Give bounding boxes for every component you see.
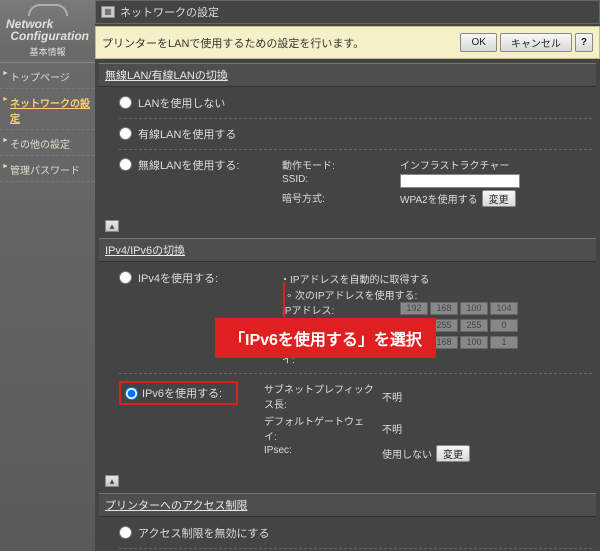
mode-label: 動作モード: bbox=[282, 157, 392, 172]
ok-button[interactable]: OK bbox=[460, 33, 496, 52]
ipv4-use-next: 次のIPアドレスを使用する: bbox=[286, 287, 518, 302]
gw-4: 1 bbox=[490, 336, 518, 349]
ip-section-body: IPv4を使用する: IPアドレスを自動的に取得する 次のIPアドレスを使用する… bbox=[99, 262, 596, 472]
title-bar: ▦ ネットワークの設定 bbox=[95, 0, 600, 24]
callout-text: 「IPv6を使用する」を選択 bbox=[229, 332, 422, 349]
ipsec-value: 使用しない bbox=[382, 446, 432, 461]
ipaddr-label: IPアドレス: bbox=[282, 302, 392, 317]
ssid-label: SSID: bbox=[282, 174, 392, 188]
label-lan-wireless: 無線LANを使用する: bbox=[138, 157, 268, 173]
v6-prefix-label: サブネットプレフィックス長: bbox=[264, 381, 374, 411]
v6-gateway-val: 不明 bbox=[382, 413, 470, 443]
ipv4-auto-get: IPアドレスを自動的に取得する bbox=[280, 270, 518, 287]
v6-gateway-label: デフォルトゲートウェイ: bbox=[264, 413, 374, 443]
ipaddr-2: 168 bbox=[430, 302, 458, 315]
info-text: プリンターをLANで使用するための設定を行います。 bbox=[102, 35, 364, 51]
radio-lan-wired[interactable] bbox=[119, 127, 132, 140]
ip-section-header: IPv4/IPv6の切換 bbox=[99, 238, 596, 262]
ip-collapse-toggle[interactable]: ▴ bbox=[105, 475, 119, 487]
nav-admin-password[interactable]: 管理パスワード bbox=[0, 156, 95, 182]
mode-value: インフラストラクチャー bbox=[400, 157, 520, 172]
ipaddr-1: 192 bbox=[400, 302, 428, 315]
ipv6-highlight-box: IPv6を使用する: bbox=[119, 381, 238, 405]
radio-lan-wireless[interactable] bbox=[119, 158, 132, 171]
nav-other-settings[interactable]: その他の設定 bbox=[0, 130, 95, 156]
access-section-body: アクセス制限を無効にする アクセス制限を有効にする 登録したIPアドレスのアクセ… bbox=[99, 517, 596, 551]
label-ipv6: IPv6を使用する: bbox=[142, 385, 232, 401]
app-logo: Network Configuration 基本情報 bbox=[0, 0, 95, 63]
enc-label: 暗号方式: bbox=[282, 190, 392, 207]
page-title: ネットワークの設定 bbox=[120, 4, 219, 20]
sidebar: Network Configuration 基本情報 トップページ ネットワーク… bbox=[0, 0, 95, 551]
radio-access-disable[interactable] bbox=[119, 526, 132, 539]
info-bar: プリンターをLANで使用するための設定を行います。 OK キャンセル ? bbox=[95, 26, 600, 59]
radio-ipv4[interactable] bbox=[119, 271, 132, 284]
label-ipv4: IPv4を使用する: bbox=[138, 270, 268, 286]
enc-value: WPA2を使用する bbox=[400, 191, 478, 206]
ipaddr-4: 104 bbox=[490, 302, 518, 315]
nav-network-settings[interactable]: ネットワークの設定 bbox=[0, 89, 95, 130]
ipaddr-3: 100 bbox=[460, 302, 488, 315]
enc-change-button[interactable]: 変更 bbox=[482, 190, 516, 207]
label-access-disable: アクセス制限を無効にする bbox=[138, 525, 270, 541]
subnet-4: 0 bbox=[490, 319, 518, 332]
radio-lan-none[interactable] bbox=[119, 96, 132, 109]
subnet-3: 255 bbox=[460, 319, 488, 332]
ssid-input[interactable] bbox=[400, 174, 520, 188]
label-lan-none: LANを使用しない bbox=[138, 95, 268, 111]
lan-section-header: 無線LAN/有線LANの切換 bbox=[99, 63, 596, 87]
logo-arc-icon bbox=[28, 4, 68, 16]
ipsec-change-button[interactable]: 変更 bbox=[436, 445, 470, 462]
access-section-header: プリンターへのアクセス制限 bbox=[99, 493, 596, 517]
callout-box: 「IPv6を使用する」を選択 bbox=[215, 318, 436, 358]
v6-prefix-val: 不明 bbox=[382, 381, 470, 411]
lan-collapse-toggle[interactable]: ▴ bbox=[105, 220, 119, 232]
radio-ipv6[interactable] bbox=[125, 387, 138, 400]
content-area: 無線LAN/有線LANの切換 LANを使用しない 有線LANを使用する 無線LA… bbox=[95, 63, 600, 551]
main-panel: ▦ ネットワークの設定 プリンターをLANで使用するための設定を行います。 OK… bbox=[95, 0, 600, 551]
help-button[interactable]: ? bbox=[575, 33, 593, 52]
logo-line2: Configuration bbox=[6, 30, 89, 42]
nav-top-page[interactable]: トップページ bbox=[0, 63, 95, 89]
lan-section-body: LANを使用しない 有線LANを使用する 無線LANを使用する: 動作モード: … bbox=[99, 87, 596, 217]
gw-3: 100 bbox=[460, 336, 488, 349]
ipsec-label: IPsec: bbox=[264, 445, 374, 462]
logo-subtitle: 基本情報 bbox=[6, 45, 89, 58]
callout-connector bbox=[283, 282, 285, 322]
cancel-button[interactable]: キャンセル bbox=[500, 33, 572, 52]
window-icon: ▦ bbox=[101, 6, 115, 18]
label-lan-wired: 有線LANを使用する bbox=[138, 126, 268, 142]
